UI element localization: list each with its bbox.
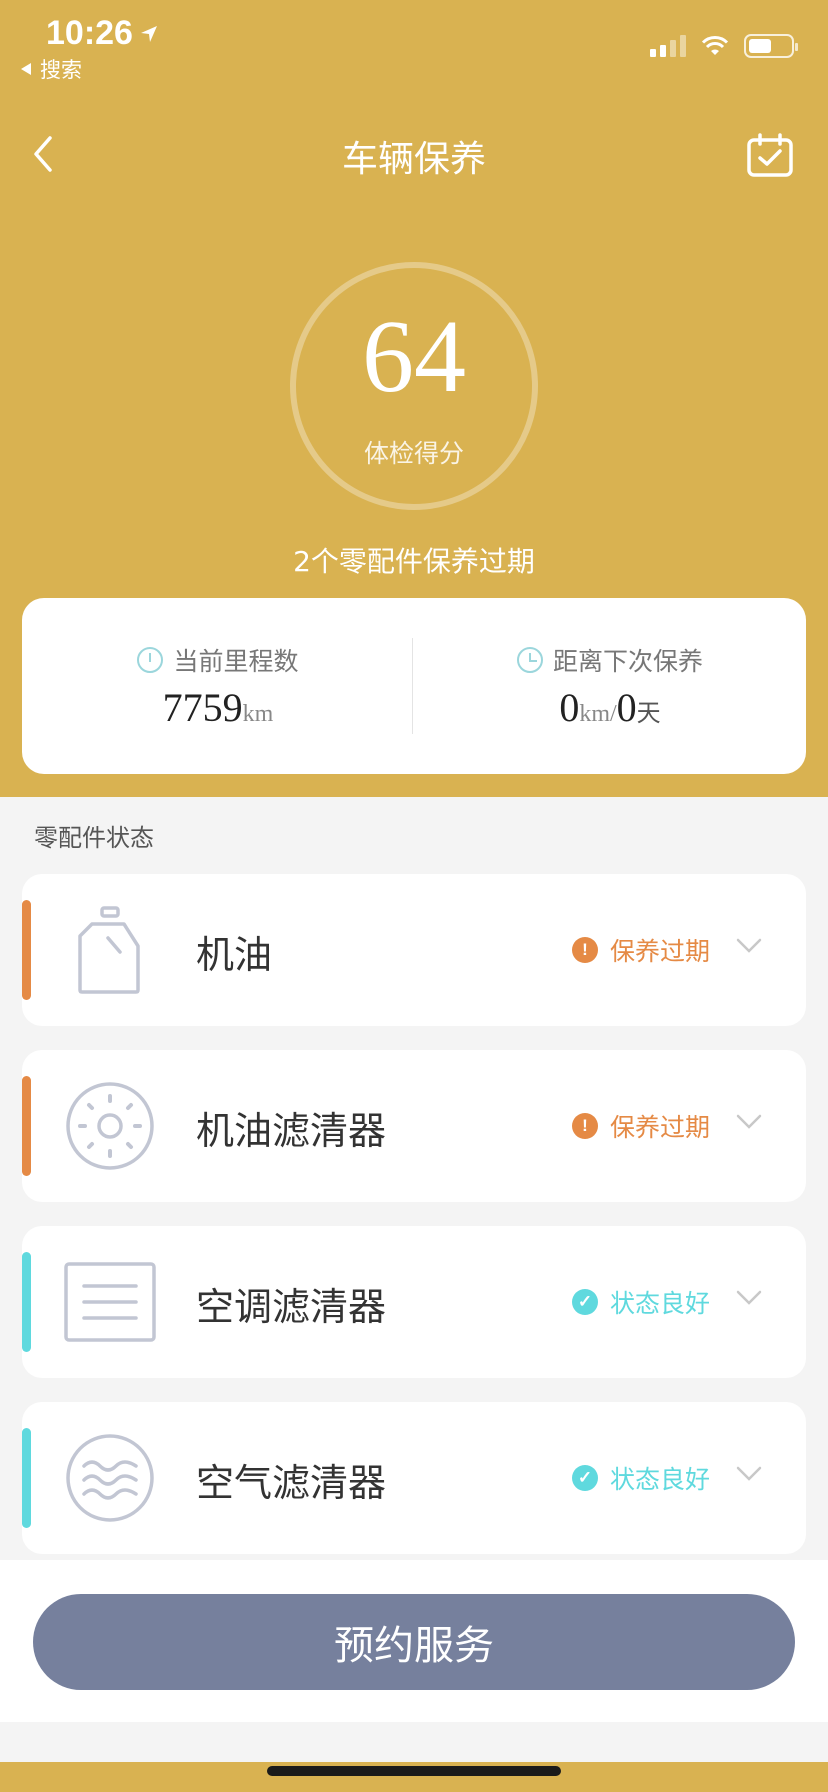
part-card-oil-filter[interactable]: 机油滤清器 ! 保养过期: [22, 1050, 806, 1202]
gauge-icon: [137, 647, 164, 673]
next-service-km-value: 0: [559, 685, 580, 730]
part-status-text: 状态良好: [609, 1289, 710, 1318]
part-name: 机油滤清器: [196, 1109, 387, 1153]
expired-parts-note: 2个零配件保养过期: [293, 545, 535, 578]
part-status-text: 保养过期: [609, 1113, 710, 1142]
oil-bottle-icon: [78, 906, 140, 994]
clock-icon: [516, 647, 543, 673]
section-title: 零配件状态: [34, 824, 154, 852]
page-title: 车辆保养: [341, 139, 486, 180]
status-indicators: [650, 34, 798, 58]
status-time: 10:26: [46, 14, 159, 53]
alert-icon: !: [571, 1113, 598, 1139]
next-service: 距离下次保养 0km/0天: [414, 598, 806, 774]
chevron-down-icon[interactable]: [736, 1114, 762, 1130]
part-status: ! 保养过期: [571, 932, 710, 968]
next-service-label: 距离下次保养: [552, 647, 703, 676]
status-back-link[interactable]: 搜索: [20, 54, 82, 84]
status-bar-good: [22, 1428, 31, 1528]
chevron-down-icon[interactable]: [736, 1290, 762, 1306]
back-triangle-icon: [21, 63, 31, 75]
part-status: ✓ 状态良好: [571, 1460, 710, 1496]
signal-icon: [650, 35, 686, 57]
alert-icon: !: [571, 937, 598, 963]
wifi-icon: [701, 36, 729, 55]
chevron-down-icon[interactable]: [736, 938, 762, 954]
part-name: 空气滤清器: [196, 1461, 387, 1505]
status-back-label: 搜索: [40, 58, 82, 82]
info-divider: [412, 638, 413, 734]
part-status: ! 保养过期: [571, 1108, 710, 1144]
status-bar-good: [22, 1252, 31, 1352]
home-indicator[interactable]: [267, 1766, 561, 1776]
mileage-card: 当前里程数 7759km 距离下次保养 0km/0天: [22, 598, 806, 774]
next-service-day-unit: 天: [636, 699, 661, 727]
part-status-text: 保养过期: [609, 937, 710, 966]
health-score-label: 体检得分: [363, 439, 464, 468]
part-name: 空调滤清器: [196, 1285, 387, 1329]
current-mileage-value: 7759: [162, 685, 243, 730]
next-service-day-value: 0: [616, 685, 637, 730]
air-filter-icon: [66, 1434, 154, 1522]
book-service-button[interactable]: 预约服务: [33, 1594, 795, 1690]
location-arrow-icon: [140, 25, 157, 42]
part-status-text: 状态良好: [609, 1465, 710, 1494]
oil-filter-icon: [66, 1082, 154, 1170]
battery-icon: [744, 34, 798, 58]
next-service-separator: /: [610, 701, 617, 727]
part-card-oil[interactable]: 机油 ! 保养过期: [22, 874, 806, 1026]
part-card-air-filter[interactable]: 空气滤清器 ✓ 状态良好: [22, 1402, 806, 1554]
current-mileage-label: 当前里程数: [173, 647, 299, 676]
part-status: ✓ 状态良好: [571, 1284, 710, 1320]
check-icon: ✓: [571, 1289, 598, 1315]
chevron-down-icon[interactable]: [736, 1466, 762, 1482]
part-name: 机油: [196, 933, 273, 977]
current-mileage-unit: km: [242, 701, 274, 727]
next-service-km-unit: km: [579, 701, 610, 727]
status-bar-expired: [22, 900, 31, 1000]
check-icon: ✓: [571, 1465, 598, 1491]
ac-filter-icon: [64, 1262, 156, 1342]
status-bar-expired: [22, 1076, 31, 1176]
health-score: 64: [362, 299, 466, 414]
part-card-ac-filter[interactable]: 空调滤清器 ✓ 状态良好: [22, 1226, 806, 1378]
current-mileage: 当前里程数 7759km: [22, 598, 414, 774]
calendar-check-icon[interactable]: [746, 132, 794, 178]
